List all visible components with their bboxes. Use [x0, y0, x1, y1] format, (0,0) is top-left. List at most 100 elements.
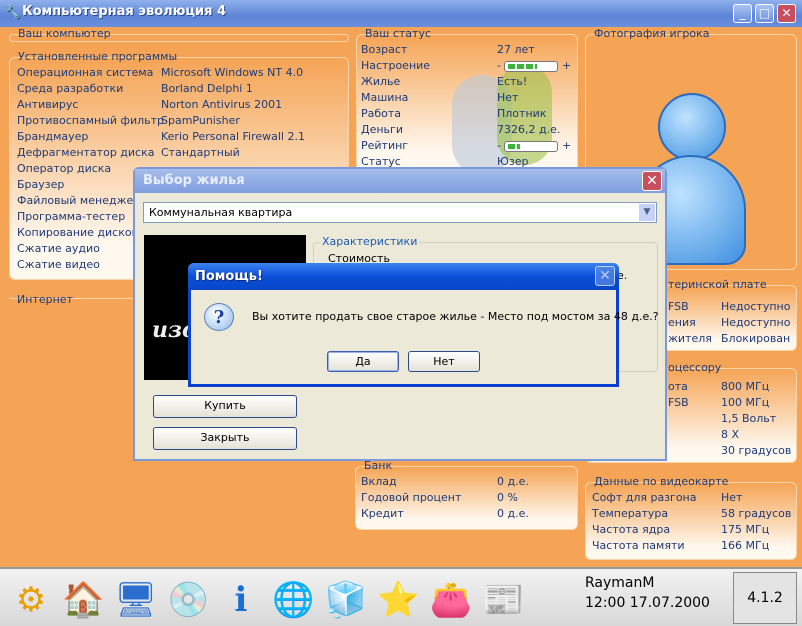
motherboard-label: жителя	[668, 332, 712, 345]
program-category: Браузер	[17, 178, 65, 191]
motherboard-label: FSB	[668, 300, 689, 313]
status-label: Настроение	[361, 59, 431, 72]
video-label: Температура	[592, 507, 669, 520]
cpu-value: 30 градусов	[721, 444, 792, 457]
close-button[interactable]: ✕	[777, 4, 796, 23]
program-category: Файловый менеджер	[17, 194, 141, 207]
star-icon[interactable]: ⭐	[376, 577, 422, 623]
video-value: Нет	[721, 491, 743, 504]
cpu-label: ота	[668, 380, 688, 393]
minimize-button[interactable]: _	[733, 4, 752, 23]
group-title: Фотография игрока	[594, 27, 710, 40]
cpu-label: FSB	[668, 396, 689, 409]
status-value: 27 лет	[497, 43, 535, 56]
info-board-icon[interactable]: ℹ	[218, 577, 264, 623]
level-bar	[504, 140, 559, 152]
video-value: 166 МГц	[721, 539, 770, 552]
program-category: Программа-тестер	[17, 210, 126, 223]
bank-label: Кредит	[361, 507, 404, 520]
network-globe-icon[interactable]: 🌐	[271, 577, 317, 623]
video-label: Частота ядра	[592, 523, 671, 536]
video-value: 175 МГц	[721, 523, 770, 536]
help-dialog-title: Помощь!	[188, 263, 619, 290]
group-title: оцессору	[668, 361, 722, 374]
status-label: Работа	[361, 107, 402, 120]
motherboard-label: ения	[668, 316, 696, 329]
status-value: 7326,2 д.е.	[497, 123, 561, 136]
cubes-icon[interactable]: 🧊	[323, 577, 369, 623]
cpu-value: 100 МГц	[721, 396, 770, 409]
cpu-value: 1,5 Вольт	[721, 412, 777, 425]
motherboard-value: Недоступно	[721, 300, 791, 313]
mood-meter: - +	[497, 59, 571, 72]
group-title: Ваш компьютер	[18, 27, 111, 40]
bank-value: 0 д.е.	[497, 507, 529, 520]
housing-close-icon[interactable]: ✕	[642, 171, 662, 191]
housing-dialog-title: Выбор жилья	[135, 169, 665, 193]
yes-button[interactable]: Да	[327, 351, 399, 372]
plus-button[interactable]: +	[562, 59, 571, 72]
help-dialog: Помощь! ✕ ? Вы хотите продать свое старо…	[188, 263, 659, 387]
motherboard-value: Недоступно	[721, 316, 791, 329]
video-value: 58 градусов	[721, 507, 792, 520]
wrench-icon: 🔧	[4, 5, 21, 20]
status-label: Рейтинг	[361, 139, 409, 152]
group-title: Интернет	[17, 293, 73, 306]
housing-select[interactable]: Коммунальная квартира ▼	[143, 202, 657, 223]
program-name: SpamPunisher	[161, 114, 240, 127]
newspaper-icon[interactable]: 📰	[481, 577, 527, 623]
program-name: Norton Antivirus 2001	[161, 98, 283, 111]
install-icon[interactable]: 💿	[166, 577, 212, 623]
rating-meter: - +	[497, 139, 571, 152]
program-category: Сжатие аудио	[17, 242, 100, 255]
username: RaymanM	[585, 575, 655, 591]
program-category: Сжатие видео	[17, 258, 100, 271]
program-category: Противоспамный фильтр	[17, 114, 165, 127]
wallet-icon[interactable]: 👛	[428, 577, 474, 623]
plus-button[interactable]: +	[562, 139, 571, 152]
status-label: Машина	[361, 91, 409, 104]
help-close-icon[interactable]: ✕	[595, 266, 615, 286]
home-icon[interactable]: 🏠	[61, 577, 107, 623]
program-name: Microsoft Windows NT 4.0	[161, 66, 304, 79]
group-title: Ваш статус	[365, 27, 432, 40]
no-button[interactable]: Нет	[408, 351, 480, 372]
minus-button[interactable]: -	[497, 59, 501, 72]
status-value: Плотник	[497, 107, 547, 120]
status-value: Есть!	[497, 75, 528, 88]
program-name: Kerio Personal Firewall 2.1	[161, 130, 305, 143]
video-label: Частота памяти	[592, 539, 685, 552]
group-title: Характеристики	[320, 235, 420, 248]
status-label: Возраст	[361, 43, 408, 56]
cpu-value: 8 X	[721, 428, 740, 441]
computer-group: Ваш компьютер	[9, 27, 349, 42]
window-title: Компьютерная эволюция 4	[22, 4, 226, 19]
chevron-down-icon[interactable]: ▼	[639, 204, 655, 221]
program-category: Операционная система	[17, 66, 154, 79]
minus-button[interactable]: -	[497, 139, 501, 152]
motherboard-value: Блокирован	[721, 332, 791, 345]
close-dialog-button[interactable]: Закрыть	[153, 427, 297, 450]
program-name: Стандартный	[161, 146, 240, 159]
kde-gear-icon[interactable]: ⚙	[8, 577, 54, 623]
computer-icon[interactable]: 🖥	[113, 577, 159, 623]
question-icon: ?	[204, 303, 234, 331]
status-label: Жилье	[361, 75, 401, 88]
bank-value: 0 д.е.	[497, 475, 529, 488]
help-message: Вы хотите продать свое старое жилье - Ме…	[252, 310, 659, 323]
program-category: Оператор диска	[17, 162, 112, 175]
program-category: Брандмауер	[17, 130, 89, 143]
version-label: 4.1.2	[733, 572, 797, 624]
maximize-button[interactable]: □	[755, 4, 774, 23]
program-name: Borland Delphi 1	[161, 82, 253, 95]
group-title: теринской плате	[668, 278, 767, 291]
video-label: Софт для разгона	[592, 491, 697, 504]
user-info: RaymanM 12:00 17.07.2000	[585, 575, 729, 623]
taskbar: ⚙ 🏠 🖥 💿 ℹ 🌐 🧊 ⭐ 👛 📰 RaymanM 12:00 17.07.2000 4.1.…	[0, 567, 802, 626]
program-category: Антивирус	[17, 98, 79, 111]
program-category: Среда разработки	[17, 82, 124, 95]
group-title: Установленные программы	[18, 50, 178, 63]
bank-label: Вклад	[361, 475, 397, 488]
buy-button[interactable]: Купить	[153, 395, 297, 418]
bank-label: Годовой процент	[361, 491, 462, 504]
